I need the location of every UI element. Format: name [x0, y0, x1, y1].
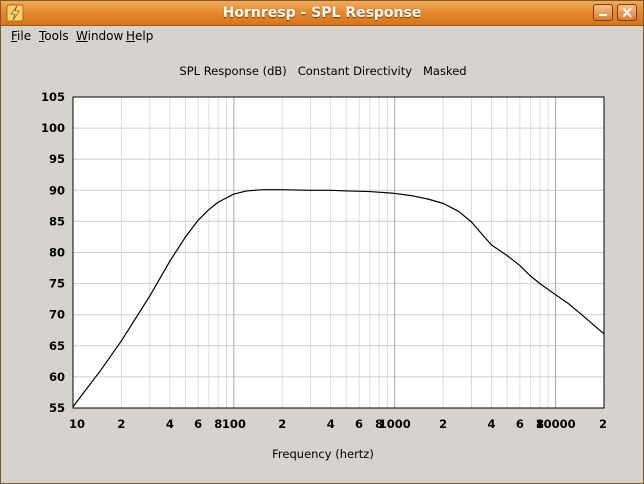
x-tick-label: 2 [117, 417, 125, 431]
app-window: Hornresp - SPL Response File Tools Windo… [0, 0, 644, 484]
x-axis-label: Frequency (hertz) [272, 447, 374, 461]
chart-title: SPL Response (dB) Constant Directivity M… [179, 64, 466, 78]
x-tick-label: 2 [278, 417, 286, 431]
menu-window-mnemonic: W [76, 29, 88, 43]
close-icon [622, 7, 632, 18]
menu-window[interactable]: Window [76, 29, 123, 43]
menu-help-mnemonic: H [126, 29, 136, 43]
y-tick-label: 65 [49, 339, 65, 353]
x-tick-label: 10000 [536, 417, 576, 431]
y-axis-ticks: 55 60 65 70 75 80 85 90 95 100 105 [41, 90, 65, 415]
minimize-button[interactable] [593, 4, 613, 21]
menu-bar: File Tools Window Help [1, 26, 643, 46]
menu-file-label: ile [17, 29, 32, 43]
y-tick-label: 95 [49, 152, 65, 166]
y-tick-label: 70 [49, 308, 65, 322]
spl-chart[interactable]: SPL Response (dB) Constant Directivity M… [1, 46, 643, 481]
menu-help-label: elp [135, 29, 154, 43]
x-tick-label: 10 [69, 417, 85, 431]
menu-window-label: indow [87, 29, 124, 43]
y-tick-label: 90 [49, 183, 65, 197]
x-tick-label: 2 [439, 417, 447, 431]
menu-help[interactable]: Help [126, 29, 153, 43]
menu-tools-label: ools [44, 29, 69, 43]
title-bar[interactable]: Hornresp - SPL Response [1, 1, 643, 26]
x-tick-label: 100 [222, 417, 246, 431]
x-tick-label: 4 [327, 417, 335, 431]
x-tick-label: 1000 [379, 417, 411, 431]
x-tick-label: 6 [516, 417, 524, 431]
x-tick-label: 4 [488, 417, 496, 431]
menu-tools[interactable]: Tools [39, 29, 69, 43]
x-tick-label: 2 [599, 417, 607, 431]
y-tick-label: 60 [49, 370, 65, 384]
y-tick-label: 85 [49, 214, 65, 228]
x-tick-label: 6 [355, 417, 363, 431]
y-tick-label: 55 [49, 401, 65, 415]
x-tick-label: 4 [166, 417, 174, 431]
x-tick-label: 6 [194, 417, 202, 431]
window-title: Hornresp - SPL Response [222, 5, 422, 21]
minimize-icon [599, 14, 607, 16]
y-tick-label: 80 [49, 246, 65, 260]
y-tick-label: 100 [41, 121, 65, 135]
y-tick-label: 75 [49, 277, 65, 291]
menu-file[interactable]: File [11, 29, 31, 43]
x-axis-ticks: 10 2 4 6 8 100 2 4 6 81000 2 4 6 810000 2 [69, 417, 607, 431]
y-tick-label: 105 [41, 90, 65, 104]
close-button[interactable] [617, 4, 637, 21]
